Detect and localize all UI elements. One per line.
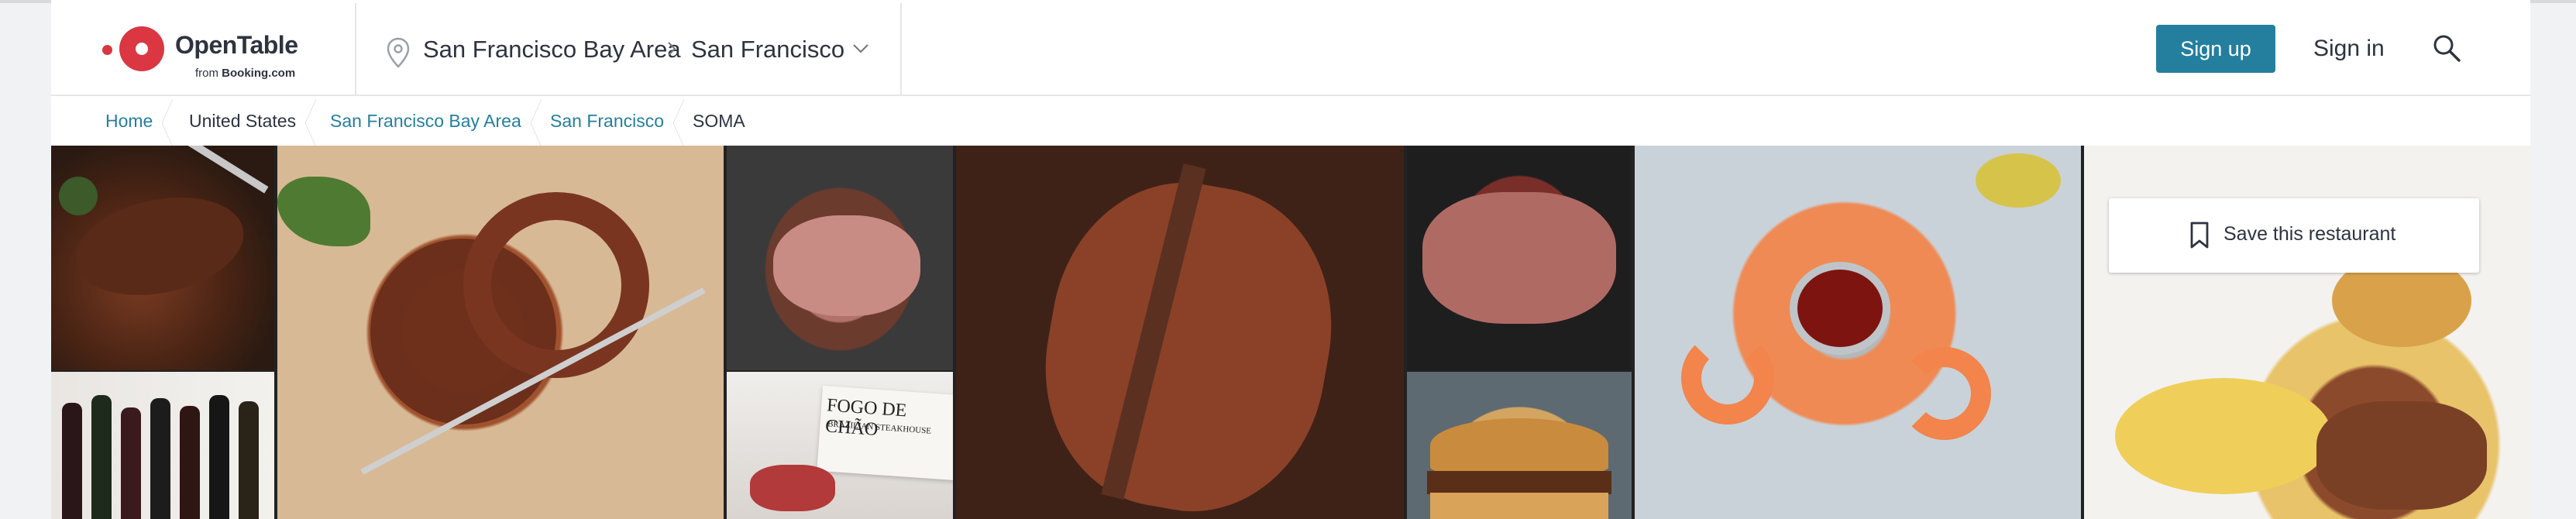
save-restaurant-label: Save this restaurant bbox=[2223, 223, 2396, 245]
chevron-down-icon[interactable] bbox=[852, 43, 869, 54]
logo-circle-icon bbox=[119, 26, 164, 71]
breadcrumb-united-states: United States bbox=[189, 99, 317, 147]
opentable-logo[interactable]: OpenTable from Booking.com bbox=[102, 23, 358, 85]
wine-bottles-photo[interactable] bbox=[51, 372, 274, 519]
wagyu-steak-photo[interactable] bbox=[1407, 146, 1632, 370]
fogo-de-chao-menu-photo[interactable]: FOGO DE CHÃO BRAZILIAN STEAKHOUSE bbox=[727, 372, 953, 519]
logo-tagline-brand: Booking.com bbox=[222, 67, 296, 80]
roast-beef-photo[interactable] bbox=[727, 146, 953, 370]
t-bone-steak-photo[interactable] bbox=[956, 146, 1404, 519]
breadcrumb-sf-bay-area[interactable]: San Francisco Bay Area bbox=[330, 99, 542, 147]
chevron-right-icon bbox=[668, 42, 676, 56]
shrimp-cocktail-photo[interactable] bbox=[1635, 146, 2081, 519]
location-region[interactable]: San Francisco Bay Area bbox=[423, 36, 681, 64]
sign-up-button[interactable]: Sign up bbox=[2156, 25, 2275, 73]
location-picker[interactable]: San Francisco Bay Area San Francisco bbox=[355, 3, 902, 95]
breadcrumb-soma: SOMA bbox=[693, 111, 745, 131]
site-header: OpenTable from Booking.com San Francisco… bbox=[51, 3, 2530, 96]
save-restaurant-button[interactable]: Save this restaurant bbox=[2109, 198, 2479, 273]
breadcrumb: Home United States San Francisco Bay Are… bbox=[51, 98, 2530, 147]
search-icon[interactable] bbox=[2431, 33, 2462, 64]
burger-photo[interactable] bbox=[1407, 372, 1632, 519]
breadcrumb-home[interactable]: Home bbox=[105, 99, 174, 147]
location-city[interactable]: San Francisco bbox=[691, 36, 844, 64]
photo-gallery[interactable]: FOGO DE CHÃO BRAZILIAN STEAKHOUSE Save t… bbox=[51, 146, 2530, 519]
page: OpenTable from Booking.com San Francisco… bbox=[51, 0, 2530, 519]
bookmark-icon bbox=[2190, 222, 2209, 249]
map-pin-icon bbox=[387, 37, 410, 68]
logo-text: OpenTable bbox=[175, 31, 298, 59]
logo-tagline: from Booking.com bbox=[195, 67, 295, 80]
breadcrumb-san-francisco[interactable]: San Francisco bbox=[550, 99, 685, 147]
sliced-steak-photo[interactable] bbox=[51, 146, 274, 370]
sausage-skewers-photo[interactable] bbox=[277, 146, 724, 519]
logo-tagline-prefix: from bbox=[195, 67, 218, 80]
sign-in-button[interactable]: Sign in bbox=[2313, 36, 2385, 62]
logo-dot-icon bbox=[102, 45, 112, 55]
